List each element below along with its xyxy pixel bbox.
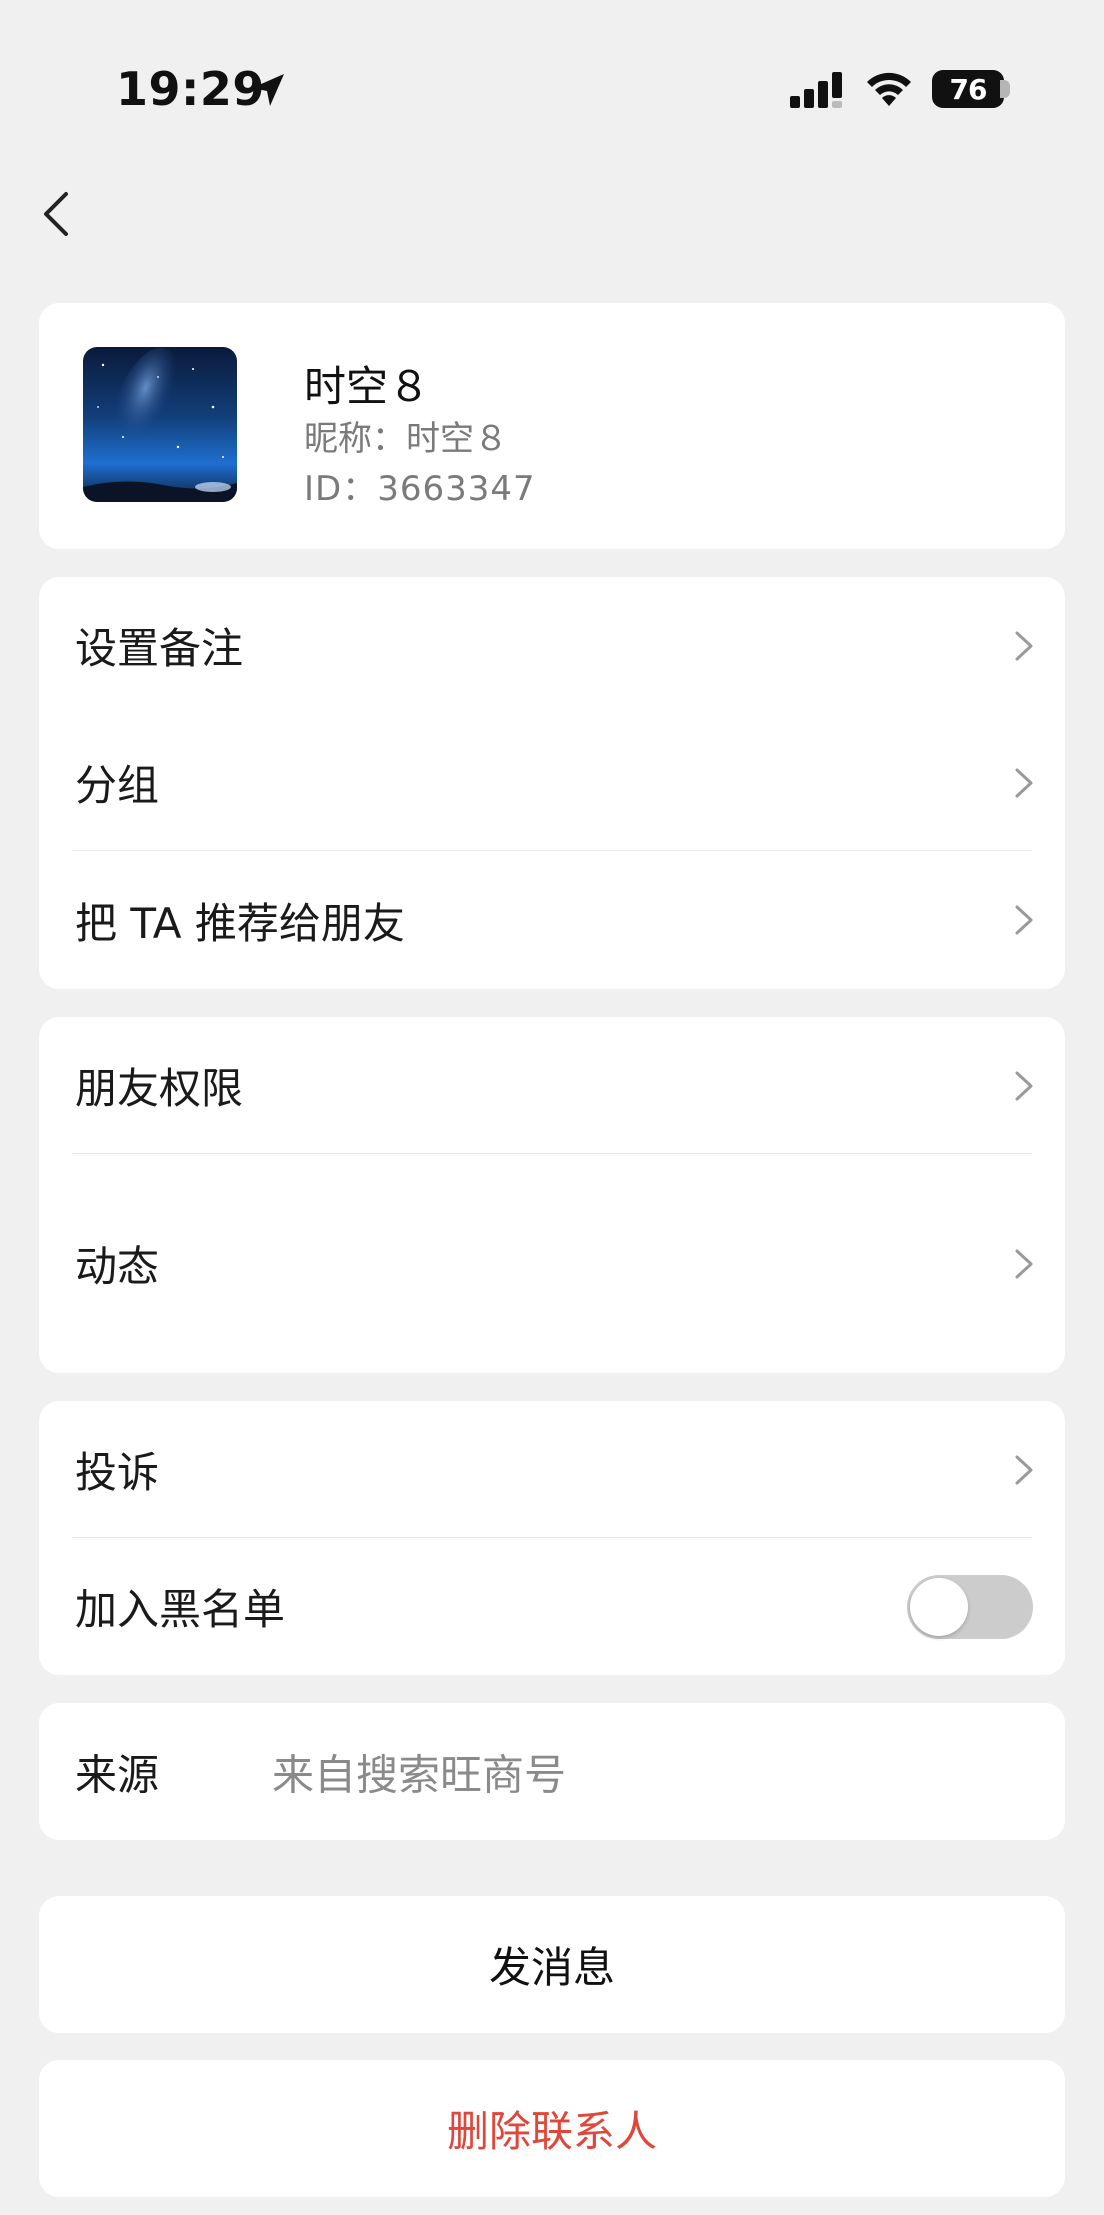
cellular-signal-icon (790, 72, 842, 108)
chevron-right-icon (1015, 905, 1033, 935)
source-card: 来源 来自搜索旺商号 (39, 1703, 1065, 1840)
complaint-row[interactable]: 投诉 (39, 1401, 1065, 1538)
moments-label: 动态 (75, 1242, 160, 1291)
moments-row[interactable]: 动态 (39, 1154, 1065, 1373)
blacklist-toggle[interactable] (907, 1574, 1033, 1639)
chevron-right-icon (1015, 1455, 1033, 1484)
starry-night-avatar (83, 347, 237, 502)
profile-name: 时空８ (304, 362, 431, 411)
chevron-left-icon (44, 192, 68, 236)
complaint-label: 投诉 (75, 1448, 160, 1497)
chevron-right-icon (1015, 768, 1033, 797)
set-remark-row[interactable]: 设置备注 (39, 577, 1065, 714)
blacklist-label: 加入黑名单 (75, 1585, 286, 1634)
set-remark-label: 设置备注 (75, 624, 244, 673)
back-button[interactable] (34, 186, 78, 242)
send-message-button[interactable]: 发消息 (39, 1896, 1065, 2033)
delete-contact-button[interactable]: 删除联系人 (39, 2060, 1065, 2197)
status-time: 19:29 (116, 62, 265, 116)
wifi-icon (867, 72, 911, 106)
location-arrow-icon (252, 74, 284, 106)
status-bar: 19:29 76 (0, 0, 1104, 180)
blacklist-row: 加入黑名单 (39, 1538, 1065, 1675)
settings-group-2: 朋友权限 动态 (39, 1017, 1065, 1373)
toggle-knob (910, 1577, 968, 1636)
source-label: 来源 (75, 1750, 160, 1799)
chevron-right-icon (1015, 1249, 1033, 1278)
group-row[interactable]: 分组 (39, 714, 1065, 851)
battery-icon: 76 (932, 70, 1004, 108)
profile-nickname: 昵称：时空８ (304, 419, 508, 459)
chevron-right-icon (1015, 1071, 1033, 1100)
group-label: 分组 (75, 761, 160, 810)
source-value: 来自搜索旺商号 (272, 1750, 567, 1799)
settings-group-3: 投诉 加入黑名单 (39, 1401, 1065, 1675)
settings-group-1: 设置备注 分组 把 TA 推荐给朋友 (39, 577, 1065, 989)
recommend-to-friend-label: 把 TA 推荐给朋友 (75, 898, 405, 948)
profile-id: ID：3663347 (304, 469, 536, 509)
battery-cap (1000, 80, 1010, 98)
friend-permissions-row[interactable]: 朋友权限 (39, 1017, 1065, 1154)
delete-contact-label: 删除联系人 (446, 2107, 657, 2156)
send-message-label: 发消息 (488, 1943, 615, 1992)
chevron-right-icon (1015, 631, 1033, 660)
profile-card[interactable]: 时空８ 昵称：时空８ ID：3663347 (39, 303, 1065, 549)
friend-permissions-label: 朋友权限 (75, 1064, 244, 1113)
avatar[interactable] (83, 347, 237, 502)
recommend-to-friend-row[interactable]: 把 TA 推荐给朋友 (39, 851, 1065, 989)
